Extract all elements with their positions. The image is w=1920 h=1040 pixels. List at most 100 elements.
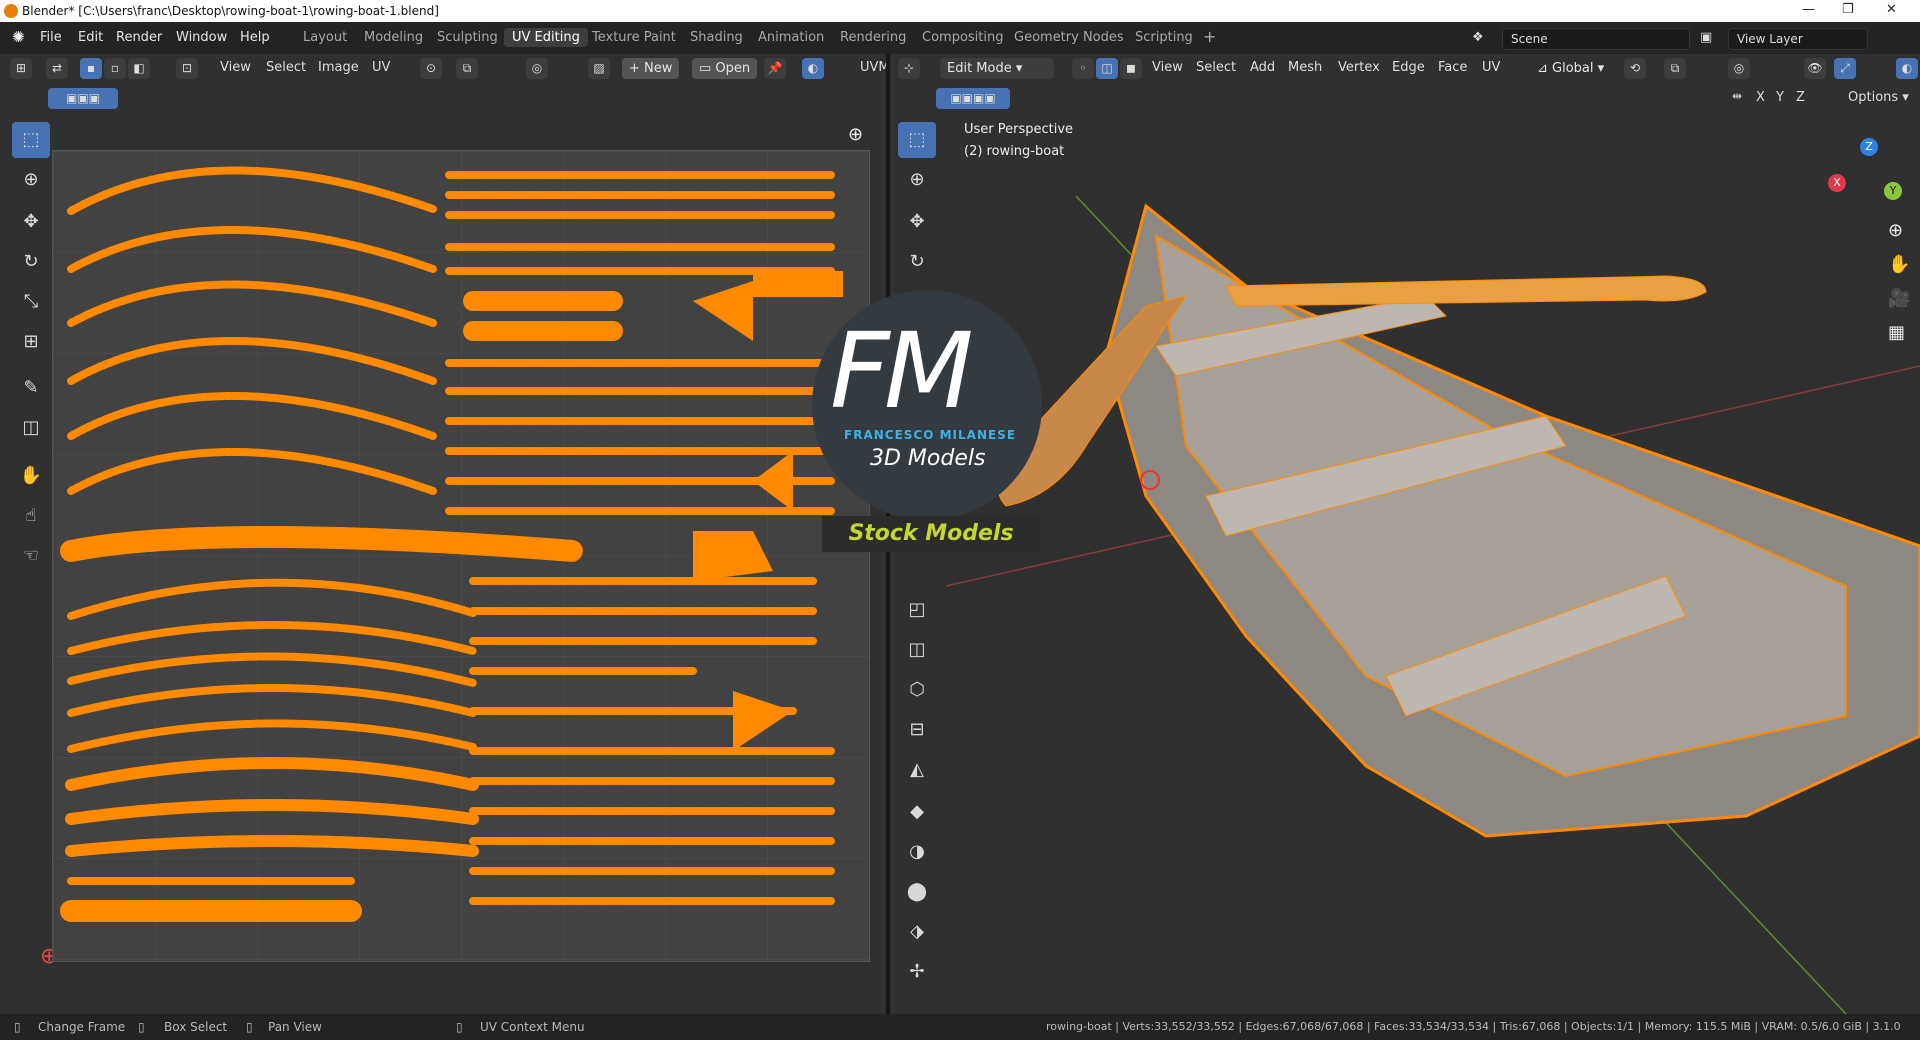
uv-canvas[interactable] bbox=[52, 150, 870, 962]
tab-geometry-nodes[interactable]: Geometry Nodes bbox=[1014, 30, 1124, 45]
tab-layout[interactable]: Layout bbox=[303, 30, 347, 45]
maximize-button[interactable]: ❐ bbox=[1842, 2, 1854, 17]
vp-tool-inset[interactable]: ◫ bbox=[898, 632, 936, 668]
vp-select-mode-buttons[interactable]: ▣▣▣▣ bbox=[936, 88, 1010, 109]
view-layer-field[interactable]: View Layer bbox=[1728, 28, 1868, 50]
tool-scale[interactable]: ⤡ bbox=[12, 284, 50, 320]
sticky-select-icon[interactable]: ⊡ bbox=[176, 58, 198, 79]
vp-tool-poly-build[interactable]: ◆ bbox=[898, 794, 936, 830]
tool-select-box[interactable]: ⬚ bbox=[12, 122, 50, 158]
vp-menu-view[interactable]: View bbox=[1152, 60, 1183, 75]
tab-sculpting[interactable]: Sculpting bbox=[437, 30, 498, 45]
zoom-icon[interactable]: ⊕ bbox=[848, 124, 863, 145]
pivot-point-icon[interactable]: ⟲ bbox=[1624, 58, 1646, 79]
options-dropdown[interactable]: Options ▾ bbox=[1848, 90, 1909, 105]
face-mode-icon[interactable]: ◼ bbox=[1120, 58, 1142, 79]
tool-rotate[interactable]: ↻ bbox=[12, 244, 50, 280]
vp-menu-uv[interactable]: UV bbox=[1482, 60, 1500, 75]
uv-menu-view[interactable]: View bbox=[220, 60, 251, 75]
tab-compositing[interactable]: Compositing bbox=[922, 30, 1004, 45]
vp-tool-move[interactable]: ✥ bbox=[898, 204, 936, 240]
boat-scene bbox=[946, 195, 1920, 1014]
tab-shading[interactable]: Shading bbox=[690, 30, 743, 45]
select-mode-buttons[interactable]: ▣▣▣ bbox=[48, 88, 118, 109]
scene-field[interactable]: Scene bbox=[1502, 28, 1690, 50]
close-button[interactable]: ✕ bbox=[1886, 2, 1897, 17]
tab-modeling[interactable]: Modeling bbox=[364, 30, 423, 45]
uv-menu-select[interactable]: Select bbox=[266, 60, 306, 75]
pivot-icon[interactable]: ⊙ bbox=[420, 58, 442, 79]
proportional-edit-icon[interactable]: ◎ bbox=[1728, 58, 1750, 79]
new-image-button[interactable]: + New bbox=[622, 58, 680, 79]
tool-pinch[interactable]: ☜ bbox=[12, 538, 50, 574]
menu-help[interactable]: Help bbox=[240, 30, 270, 45]
menu-render[interactable]: Render bbox=[116, 30, 162, 45]
snapping-icon[interactable]: ⧉ bbox=[1664, 58, 1686, 79]
tab-texture-paint[interactable]: Texture Paint bbox=[592, 30, 676, 45]
axis-y[interactable]: Y bbox=[1776, 90, 1784, 105]
tool-grab[interactable]: ✋ bbox=[12, 458, 50, 494]
vp-menu-select[interactable]: Select bbox=[1196, 60, 1236, 75]
vertex-select-icon[interactable]: ▪ bbox=[80, 58, 102, 79]
tool-transform[interactable]: ⊞ bbox=[12, 324, 50, 360]
tab-scripting[interactable]: Scripting bbox=[1135, 30, 1193, 45]
vp-tool-spin[interactable]: ◑ bbox=[898, 834, 936, 870]
edge-mode-icon[interactable]: ◫ bbox=[1096, 58, 1118, 79]
vp-menu-edge[interactable]: Edge bbox=[1392, 60, 1425, 75]
menu-edit[interactable]: Edit bbox=[78, 30, 103, 45]
snap-icon[interactable]: ⧉ bbox=[456, 58, 478, 79]
tool-rip[interactable]: ◫ bbox=[12, 410, 50, 446]
vp-tool-bevel[interactable]: ⬡ bbox=[898, 672, 936, 708]
tab-rendering[interactable]: Rendering bbox=[840, 30, 906, 45]
pin-icon[interactable]: 📌 bbox=[764, 58, 786, 79]
face-select-icon[interactable]: ◧ bbox=[128, 58, 150, 79]
proportional-icon[interactable]: ◎ bbox=[526, 58, 548, 79]
tab-uv-editing[interactable]: UV Editing bbox=[504, 28, 588, 47]
open-image-button[interactable]: ▭ Open bbox=[692, 58, 758, 79]
vp-tool-shrink[interactable]: ✢ bbox=[898, 954, 936, 990]
editor-type-icon[interactable]: ⊞ bbox=[10, 58, 32, 79]
vp-tool-rotate[interactable]: ↻ bbox=[898, 244, 936, 280]
tool-cursor[interactable]: ⊕ bbox=[12, 162, 50, 198]
tab-animation[interactable]: Animation bbox=[758, 30, 824, 45]
vp-menu-face[interactable]: Face bbox=[1438, 60, 1467, 75]
uv-menu-uv[interactable]: UV bbox=[372, 60, 390, 75]
axis-x[interactable]: X bbox=[1756, 90, 1765, 105]
scene-icon[interactable]: ❖ bbox=[1472, 30, 1484, 45]
vertex-mode-icon[interactable]: ◦ bbox=[1072, 58, 1094, 79]
visibility-icon[interactable]: 👁 bbox=[1804, 58, 1826, 79]
gizmo-toggle-icon[interactable]: ⤢ bbox=[1834, 58, 1856, 79]
vp-tool-extrude[interactable]: ◰ bbox=[898, 592, 936, 628]
uv-menu-image[interactable]: Image bbox=[318, 60, 359, 75]
transform-orientation-dropdown[interactable]: ⊿ Global ▾ bbox=[1530, 58, 1611, 79]
vp-tool-smooth[interactable]: ⬤ bbox=[898, 874, 936, 910]
mode-dropdown[interactable]: Edit Mode ▾ bbox=[940, 58, 1054, 79]
vp-tool-loop-cut[interactable]: ⊟ bbox=[898, 712, 936, 748]
viewport-editor-type-icon[interactable]: ⊹ bbox=[898, 58, 920, 79]
overlay-toggle-icon[interactable]: ◐ bbox=[1896, 58, 1918, 79]
uv-island bbox=[67, 448, 437, 495]
add-workspace-button[interactable]: + bbox=[1203, 27, 1216, 46]
image-browse-icon[interactable]: ▨ bbox=[588, 58, 610, 79]
vp-menu-mesh[interactable]: Mesh bbox=[1288, 60, 1322, 75]
edge-select-icon[interactable]: ▫ bbox=[104, 58, 126, 79]
vp-menu-add[interactable]: Add bbox=[1250, 60, 1275, 75]
tool-relax[interactable]: ☝ bbox=[12, 498, 50, 534]
vp-menu-vertex[interactable]: Vertex bbox=[1338, 60, 1380, 75]
axis-z[interactable]: Z bbox=[1796, 90, 1805, 105]
vp-tool-knife[interactable]: ◭ bbox=[898, 752, 936, 788]
vp-tool-cursor[interactable]: ⊕ bbox=[898, 162, 936, 198]
menu-window[interactable]: Window bbox=[176, 30, 227, 45]
vp-tool-select[interactable]: ⬚ bbox=[898, 122, 936, 158]
blender-menu-icon[interactable]: ✺ bbox=[12, 28, 25, 46]
tool-annotate[interactable]: ✎ bbox=[12, 370, 50, 406]
viewport-canvas[interactable] bbox=[946, 116, 1920, 1014]
vp-tool-edge-slide[interactable]: ⬗ bbox=[898, 914, 936, 950]
overlay-icon[interactable]: ◐ bbox=[802, 58, 824, 79]
minimize-button[interactable]: — bbox=[1802, 2, 1815, 17]
mirror-icon[interactable]: ⇹ bbox=[1726, 86, 1748, 107]
menu-file[interactable]: File bbox=[40, 30, 62, 45]
sync-selection-icon[interactable]: ⇄ bbox=[46, 58, 68, 79]
view-layer-icon[interactable]: ▣ bbox=[1700, 30, 1712, 45]
tool-move[interactable]: ✥ bbox=[12, 204, 50, 240]
